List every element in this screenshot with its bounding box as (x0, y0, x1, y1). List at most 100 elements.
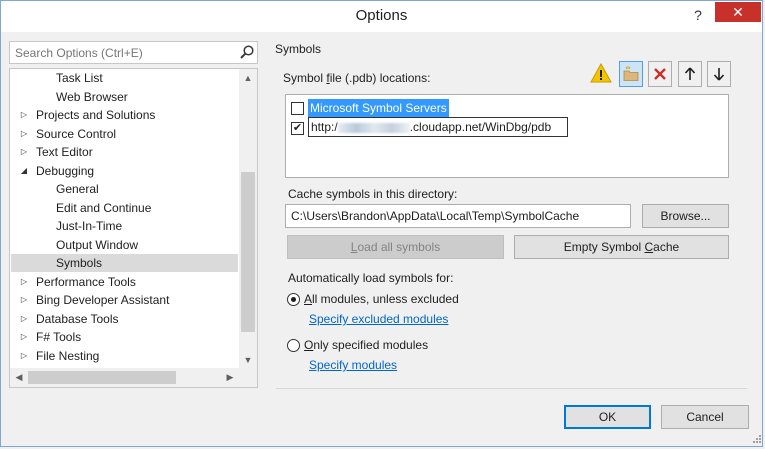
tree-item[interactable]: Output Window (11, 236, 238, 254)
scroll-up-icon[interactable]: ▲ (239, 70, 257, 86)
tree-item-label: F# Tools (36, 330, 82, 344)
tree-item-label: Projects and Solutions (36, 108, 156, 122)
page-title: Symbols (275, 42, 322, 56)
tree-item-label: Bing Developer Assistant (36, 293, 170, 307)
scrollbar-thumb[interactable] (241, 172, 255, 332)
collapsed-arrow-icon[interactable]: ▷ (19, 347, 29, 365)
locations-label: Symbol file (.pdb) locations: (283, 71, 430, 85)
tree-item-label: Debugging (36, 163, 95, 178)
tree-item-label: File Nesting (36, 348, 100, 363)
tree-item[interactable]: Edit and Continue (11, 199, 238, 217)
options-dialog: Options ? ✕ Task List Web Browser ▷ Project… (0, 0, 763, 447)
search-input[interactable] (10, 42, 230, 63)
location-item[interactable]: ✔ http:/ .cloudapp.net/WinDbg/pdb (291, 117, 711, 137)
cancel-button[interactable]: Cancel (661, 405, 749, 429)
help-button[interactable]: ? (690, 5, 706, 25)
tree-item[interactable]: Web Browser (11, 88, 238, 106)
location-url-prefix: http:/ (311, 120, 338, 134)
location-checkbox[interactable] (291, 102, 304, 115)
new-folder-button[interactable] (619, 61, 643, 87)
tree-item-label: Output Window (56, 237, 139, 252)
scroll-right-icon[interactable]: ▶ (222, 368, 238, 387)
hscrollbar-thumb[interactable] (28, 371, 176, 384)
tree-vertical-scrollbar[interactable]: ▲ ▼ (239, 69, 257, 368)
all-modules-key: A (304, 292, 313, 306)
delete-icon (654, 68, 666, 80)
tree-item[interactable]: ▷ Performance Tools (11, 273, 238, 291)
specify-modules-link[interactable]: Specify modules (309, 358, 397, 372)
tree-item[interactable]: ▷ Projects and Solutions (11, 106, 238, 124)
tree-item-label: Just-In-Time (56, 219, 123, 233)
symbol-locations-list[interactable]: Microsoft Symbol Servers ✔ http:/ .clouda… (285, 94, 729, 178)
location-edit-field[interactable]: http:/ .cloudapp.net/WinDbg/pdb (308, 117, 568, 137)
locations-label-post: ile (.pdb) locations: (329, 71, 431, 85)
empty-cache-pre: Empty Symbol (563, 240, 645, 254)
locations-label-pre: Symbol (283, 71, 327, 85)
all-modules-radio[interactable] (287, 293, 300, 306)
footer-divider (276, 388, 747, 389)
only-specified-label[interactable]: Only specified modules (304, 338, 428, 352)
tree-item-label: Task List (56, 71, 103, 85)
tree-item[interactable]: ◢ Debugging (11, 162, 238, 180)
tree-item[interactable]: ▷ Database Tools (11, 310, 238, 328)
location-label[interactable]: Microsoft Symbol Servers (308, 99, 449, 117)
redacted-hostname (337, 122, 410, 133)
tree-item[interactable]: Just-In-Time (11, 217, 238, 235)
ok-button[interactable]: OK (564, 405, 651, 429)
only-specified-radio[interactable] (287, 339, 300, 352)
cache-directory-input[interactable]: C:\Users\Brandon\AppData\Local\Temp\Symb… (285, 204, 631, 228)
all-modules-rest: ll modules, unless excluded (312, 292, 459, 306)
expanded-arrow-icon[interactable]: ◢ (19, 162, 29, 180)
warning-icon[interactable] (590, 63, 612, 83)
tree-item-label: Database Tools (36, 311, 119, 326)
scroll-down-icon[interactable]: ▼ (239, 352, 257, 368)
only-specified-rest: nly specified modules (313, 338, 429, 352)
tree-item-label: Text Editor (36, 145, 93, 159)
empty-cache-key: C (644, 240, 654, 254)
tree-item[interactable]: ▷ Source Control (11, 125, 238, 143)
tree-item-label: General (56, 182, 99, 196)
close-button[interactable]: ✕ (715, 2, 761, 22)
empty-symbol-cache-button[interactable]: Empty Symbol Cache (514, 235, 729, 259)
tree-item[interactable]: ▷ Bing Developer Assistant (11, 291, 238, 309)
tree-item[interactable]: ▷ Text Editor (11, 143, 238, 161)
search-icon[interactable] (239, 44, 255, 60)
delete-button[interactable] (648, 61, 672, 87)
cache-label: Cache symbols in this directory: (288, 187, 458, 201)
tree-item[interactable]: ▷ File Nesting (11, 347, 238, 365)
collapsed-arrow-icon[interactable]: ▷ (19, 310, 29, 328)
tree-item[interactable]: Task List (11, 69, 238, 87)
options-tree: Task List Web Browser ▷ Projects and Soluti… (9, 68, 258, 388)
tree-item-label: Web Browser (56, 89, 128, 104)
auto-load-label: Automatically load symbols for: (288, 271, 454, 285)
move-up-icon (684, 67, 696, 80)
tree-item[interactable]: ▷ F# Tools (11, 328, 238, 346)
load-all-symbols-button[interactable]: Load all symbols (287, 235, 504, 259)
tree-item[interactable]: Symbols (11, 254, 238, 272)
resize-grip-icon[interactable] (750, 434, 762, 446)
move-down-button[interactable] (707, 61, 731, 87)
specify-excluded-modules-link[interactable]: Specify excluded modules (309, 312, 448, 326)
browse-button[interactable]: Browse... (642, 204, 729, 228)
empty-cache-post: ache (653, 240, 680, 254)
collapsed-arrow-icon[interactable]: ▷ (19, 106, 29, 124)
location-url-suffix: .cloudapp.net/WinDbg/pdb (409, 120, 552, 134)
window-title: Options (355, 7, 408, 24)
collapsed-arrow-icon[interactable]: ▷ (19, 328, 29, 346)
all-modules-label[interactable]: All modules, unless excluded (304, 292, 459, 306)
tree-horizontal-scrollbar[interactable]: ◀ ▶ (10, 368, 239, 387)
collapsed-arrow-icon[interactable]: ▷ (19, 273, 29, 291)
tree-item-label: Source Control (36, 126, 117, 141)
move-up-button[interactable] (678, 61, 702, 87)
search-box[interactable] (9, 41, 258, 64)
location-checkbox[interactable]: ✔ (291, 122, 304, 135)
new-folder-icon (623, 66, 639, 81)
location-item[interactable]: Microsoft Symbol Servers (291, 99, 711, 117)
scroll-left-icon[interactable]: ◀ (11, 368, 27, 387)
collapsed-arrow-icon[interactable]: ▷ (19, 143, 29, 161)
collapsed-arrow-icon[interactable]: ▷ (19, 291, 29, 309)
tree-item[interactable]: General (11, 180, 238, 198)
load-all-rest: oad all symbols (357, 240, 441, 254)
scroll-corner (239, 368, 257, 387)
collapsed-arrow-icon[interactable]: ▷ (19, 125, 29, 143)
